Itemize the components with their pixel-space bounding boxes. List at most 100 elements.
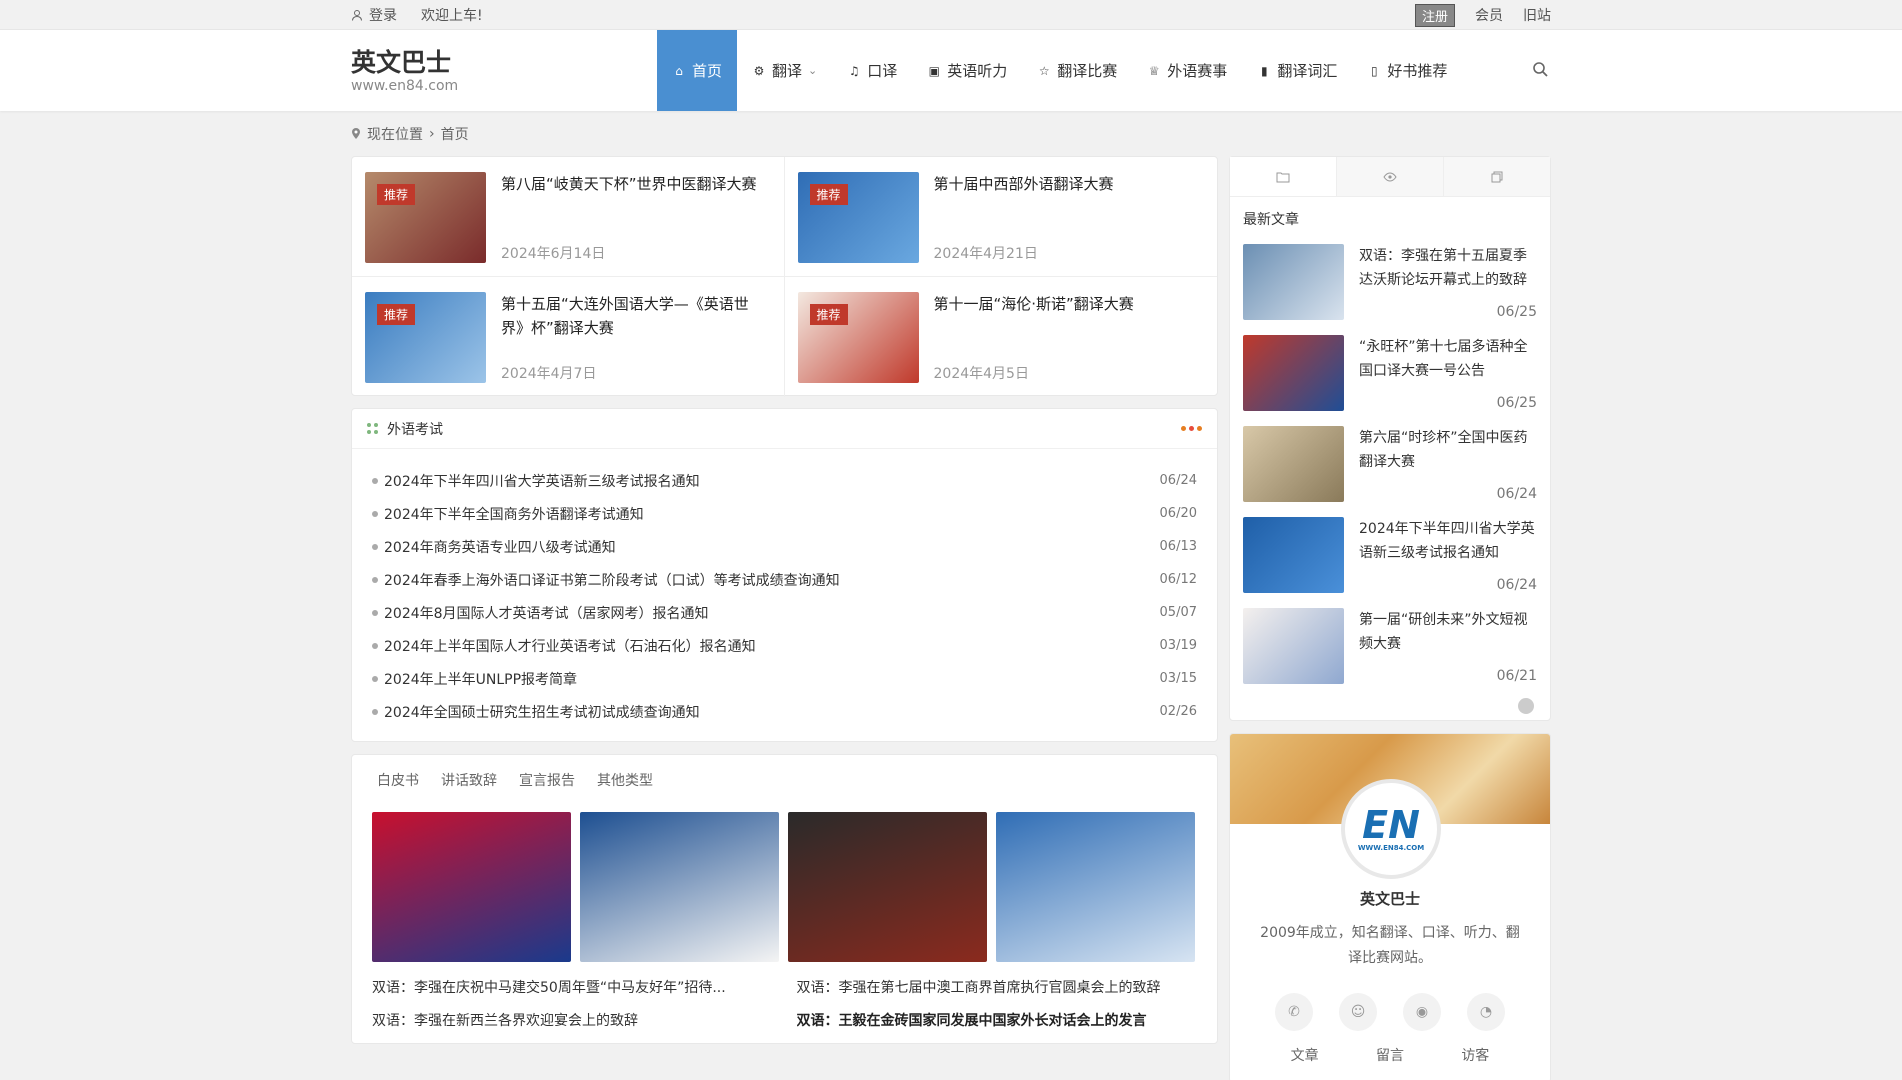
featured-item[interactable]: 推荐 第十一届“海伦·斯诺”翻译大赛 2024年4月5日 [785, 277, 1218, 397]
profile-stat-1[interactable]: 留言 [1376, 1045, 1404, 1065]
list-item[interactable]: 2024年全国硕士研究生招生考试初试成绩查询通知 02/26 [372, 695, 1197, 728]
sidebar-article-title[interactable]: 第六届“时珍杯”全国中医药翻译大赛 [1359, 426, 1537, 474]
speech-link[interactable]: 双语：古特雷斯秘书长2024年世界海洋日致辞 [797, 1038, 1198, 1043]
sidebar-article[interactable]: 2024年下半年四川省大学英语新三级考试报名通知 06/24 [1230, 510, 1550, 601]
list-item[interactable]: 2024年上半年国际人才行业英语考试（石油石化）报名通知 03/19 [372, 629, 1197, 662]
speech-link[interactable]: 双语：李强在庆祝中马建交50周年暨“中马友好年”招待... [372, 972, 773, 1005]
old-site-link[interactable]: 旧站 [1523, 5, 1551, 25]
list-item[interactable]: 2024年8月国际人才英语考试（居家网考）报名通知 05/07 [372, 596, 1197, 629]
featured-thumbnail[interactable]: 推荐 [365, 292, 486, 383]
tab-1[interactable]: 讲话致辞 [441, 770, 497, 792]
nav-item-2[interactable]: ♫ 口译 [832, 30, 912, 111]
tab-latest[interactable] [1230, 157, 1337, 196]
list-item-title[interactable]: 2024年春季上海外语口译证书第二阶段考试（口试）等考试成绩查询通知 [372, 570, 840, 590]
qq-icon[interactable]: ☺ [1339, 993, 1377, 1031]
nav-item-6[interactable]: ▮ 翻译词汇 [1242, 30, 1352, 111]
nav-item-1[interactable]: ⚙ 翻译 ⌄ [737, 30, 832, 111]
sidebar-thumbnail[interactable] [1243, 244, 1344, 320]
tab-0[interactable]: 白皮书 [377, 770, 419, 792]
list-item[interactable]: 2024年上半年UNLPP报考简章 03/15 [372, 662, 1197, 695]
speech-image[interactable] [580, 812, 779, 962]
featured-thumbnail[interactable]: 推荐 [797, 292, 919, 383]
list-item-title[interactable]: 2024年下半年四川省大学英语新三级考试报名通知 [372, 471, 700, 491]
list-item-title[interactable]: 2024年商务英语专业四八级考试通知 [372, 537, 616, 557]
list-item[interactable]: 2024年春季上海外语口译证书第二阶段考试（口试）等考试成绩查询通知 06/12 [372, 563, 1197, 596]
sidebar-article-title[interactable]: 双语：李强在第十五届夏季达沃斯论坛开幕式上的致辞 [1359, 244, 1537, 292]
featured-thumbnail[interactable]: 推荐 [365, 172, 486, 263]
nav-item-4[interactable]: ☆ 翻译比赛 [1022, 30, 1132, 111]
list-item-date: 06/24 [1159, 473, 1197, 488]
sidebar-article-info: “永旺杯”第十七届多语种全国口译大赛一号公告 06/25 [1359, 335, 1537, 411]
sidebar-article-title[interactable]: “永旺杯”第十七届多语种全国口译大赛一号公告 [1359, 335, 1537, 383]
tab-random[interactable] [1444, 157, 1550, 196]
list-item-title[interactable]: 2024年全国硕士研究生招生考试初试成绩查询通知 [372, 702, 700, 722]
sidebar-article[interactable]: “永旺杯”第十七届多语种全国口译大赛一号公告 06/25 [1230, 328, 1550, 419]
profile-stat-0[interactable]: 文章 [1291, 1045, 1319, 1065]
featured-thumbnail[interactable]: 推荐 [797, 172, 919, 263]
sidebar-article-date: 06/24 [1496, 486, 1537, 502]
speech-link[interactable]: 双语：王毅在金砖国家外长会晤上的发言 [372, 1038, 773, 1043]
profile-name: 英文巴士 [1359, 890, 1420, 908]
breadcrumb-separator: › [429, 125, 435, 142]
featured-title[interactable]: 第十届中西部外语翻译大赛 [934, 172, 1114, 196]
speech-link[interactable]: 双语：李强在第七届中澳工商界首席执行官圆桌会上的致辞 [797, 972, 1198, 1005]
sidebar-article[interactable]: 第六届“时珍杯”全国中医药翻译大赛 06/24 [1230, 419, 1550, 510]
sidebar-article-title[interactable]: 2024年下半年四川省大学英语新三级考试报名通知 [1359, 517, 1537, 565]
site-logo[interactable]: 英文巴士 www.en84.com [351, 48, 657, 94]
nav-item-3[interactable]: ▣ 英语听力 [912, 30, 1022, 111]
breadcrumb-home[interactable]: 首页 [441, 124, 469, 144]
nav-item-label: 英语听力 [947, 62, 1008, 80]
register-button[interactable]: 注册 [1414, 3, 1455, 27]
wechat-icon[interactable]: ✆ [1275, 993, 1313, 1031]
featured-info: 第十届中西部外语翻译大赛 2024年4月21日 [934, 172, 1114, 263]
featured-title[interactable]: 第十五届“大连外国语大学—《英语世界》杯”翻译大赛 [501, 292, 770, 340]
nav-item-5[interactable]: ♕ 外语赛事 [1132, 30, 1242, 111]
speech-image[interactable] [788, 812, 987, 962]
member-link[interactable]: 会员 [1475, 5, 1503, 25]
speech-link[interactable]: 双语：李强在新西兰各界欢迎宴会上的致辞 [372, 1005, 773, 1038]
featured-item[interactable]: 推荐 第十届中西部外语翻译大赛 2024年4月21日 [784, 157, 1217, 277]
sidebar-thumbnail[interactable] [1243, 426, 1344, 502]
rss-icon[interactable]: ◔ [1467, 993, 1505, 1031]
weibo-icon[interactable]: ◉ [1403, 993, 1441, 1031]
featured-item[interactable]: 推荐 第八届“岐黄天下杯”世界中医翻译大赛 2024年6月14日 [352, 157, 785, 277]
speech-link[interactable]: 双语：王毅在金砖国家同发展中国家外长对话会上的发言 [797, 1005, 1198, 1038]
exam-section: 外语考试 2024年下半年四川省大学英语新三级考试报名通知 06/24 2024年下… [351, 408, 1218, 742]
tab-2[interactable]: 宣言报告 [519, 770, 575, 792]
list-item-date: 03/19 [1159, 638, 1197, 653]
sidebar-article[interactable]: 第一届“研创未来”外文短视频大赛 06/21 [1230, 601, 1550, 692]
login-label: 登录 [369, 8, 397, 24]
list-item[interactable]: 2024年商务英语专业四八级考试通知 06/13 [372, 530, 1197, 563]
sidebar-thumbnail[interactable] [1243, 335, 1344, 411]
avatar-logo-domain: WWW.EN84.COM [1357, 844, 1425, 852]
list-item-title[interactable]: 2024年上半年国际人才行业英语考试（石油石化）报名通知 [372, 636, 756, 656]
more-dots-icon[interactable] [1181, 426, 1202, 431]
login-link[interactable]: 登录 [351, 5, 397, 25]
nav-item-0[interactable]: ⌂ 首页 [657, 30, 738, 111]
breadcrumb-location: 现在位置 [367, 126, 423, 143]
list-item-title[interactable]: 2024年下半年全国商务外语翻译考试通知 [372, 504, 644, 524]
speech-image[interactable] [996, 812, 1195, 962]
more-arrow-icon[interactable] [1518, 698, 1534, 714]
search-icon[interactable] [1531, 60, 1551, 80]
sidebar-article-title[interactable]: 第一届“研创未来”外文短视频大赛 [1359, 608, 1537, 656]
featured-title[interactable]: 第八届“岐黄天下杯”世界中医翻译大赛 [501, 172, 757, 196]
featured-title[interactable]: 第十一届“海伦·斯诺”翻译大赛 [934, 292, 1134, 316]
book-icon: ▮ [1261, 63, 1268, 78]
tab-3[interactable]: 其他类型 [597, 770, 653, 792]
sidebar-article-info: 第六届“时珍杯”全国中医药翻译大赛 06/24 [1359, 426, 1537, 502]
featured-date: 2024年4月5日 [933, 366, 1029, 382]
nav-item-7[interactable]: ▯ 好书推荐 [1352, 30, 1462, 111]
featured-item[interactable]: 推荐 第十五届“大连外国语大学—《英语世界》杯”翻译大赛 2024年4月7日 [352, 277, 785, 397]
sidebar-article[interactable]: 双语：李强在第十五届夏季达沃斯论坛开幕式上的致辞 06/25 [1230, 237, 1550, 328]
list-item-title[interactable]: 2024年8月国际人才英语考试（居家网考）报名通知 [372, 603, 709, 623]
list-item-title[interactable]: 2024年上半年UNLPP报考简章 [372, 669, 577, 689]
profile-stat-2[interactable]: 访客 [1461, 1045, 1489, 1065]
sidebar-thumbnail[interactable] [1243, 608, 1344, 684]
sidebar-thumbnail[interactable] [1243, 517, 1344, 593]
speech-image[interactable] [372, 812, 571, 962]
tab-popular[interactable] [1337, 157, 1444, 196]
profile-description: 2009年成立，知名翻译、口译、听力、翻译比赛网站。 [1260, 925, 1520, 966]
list-item[interactable]: 2024年下半年全国商务外语翻译考试通知 06/20 [372, 497, 1197, 530]
list-item[interactable]: 2024年下半年四川省大学英语新三级考试报名通知 06/24 [372, 464, 1197, 497]
